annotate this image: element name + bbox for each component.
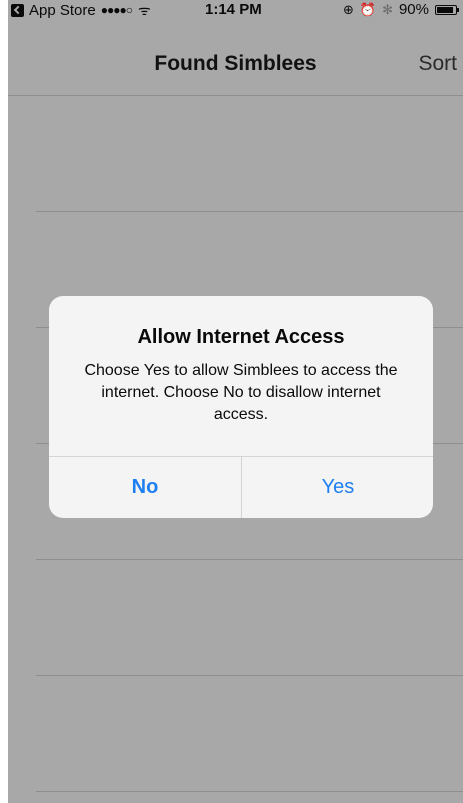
battery-icon — [435, 4, 459, 15]
navigation-bar: Found Simblees Sort — [8, 20, 463, 96]
alarm-icon: ⏰ — [359, 1, 377, 17]
yes-button[interactable]: Yes — [242, 457, 433, 518]
cellular-signal-icon: ●●●●○ — [100, 3, 133, 17]
battery-fill — [437, 6, 454, 13]
back-to-app-icon[interactable] — [11, 3, 24, 17]
app-screen: App Store ●●●●○ ᯤ 1:14 PM ⊕ ⏰ ✻ 90% Foun… — [8, 0, 463, 803]
status-time: 1:14 PM — [205, 1, 262, 18]
table-row-separator — [36, 559, 463, 560]
table-row-separator — [36, 791, 463, 792]
internet-access-alert: Allow Internet Access Choose Yes to allo… — [49, 296, 433, 518]
table-row-separator — [36, 675, 463, 676]
alert-message: Choose Yes to allow Simblees to access t… — [84, 362, 398, 423]
battery-percent: 90% — [398, 1, 429, 18]
status-right-group: ⊕ ⏰ ✻ 90% — [342, 1, 459, 18]
wifi-icon: ᯤ — [137, 1, 151, 18]
rotation-lock-icon: ⊕ — [342, 1, 354, 17]
page-title: Found Simblees — [154, 52, 317, 75]
status-bar: App Store ●●●●○ ᯤ 1:14 PM ⊕ ⏰ ✻ 90% — [8, 0, 463, 20]
no-button[interactable]: No — [49, 457, 241, 518]
sort-button[interactable]: Sort — [418, 52, 457, 76]
table-row-separator — [36, 211, 463, 212]
bluetooth-icon: ✻ — [382, 1, 393, 17]
back-to-app-label[interactable]: App Store — [29, 2, 96, 19]
alert-title: Allow Internet Access — [137, 326, 345, 348]
